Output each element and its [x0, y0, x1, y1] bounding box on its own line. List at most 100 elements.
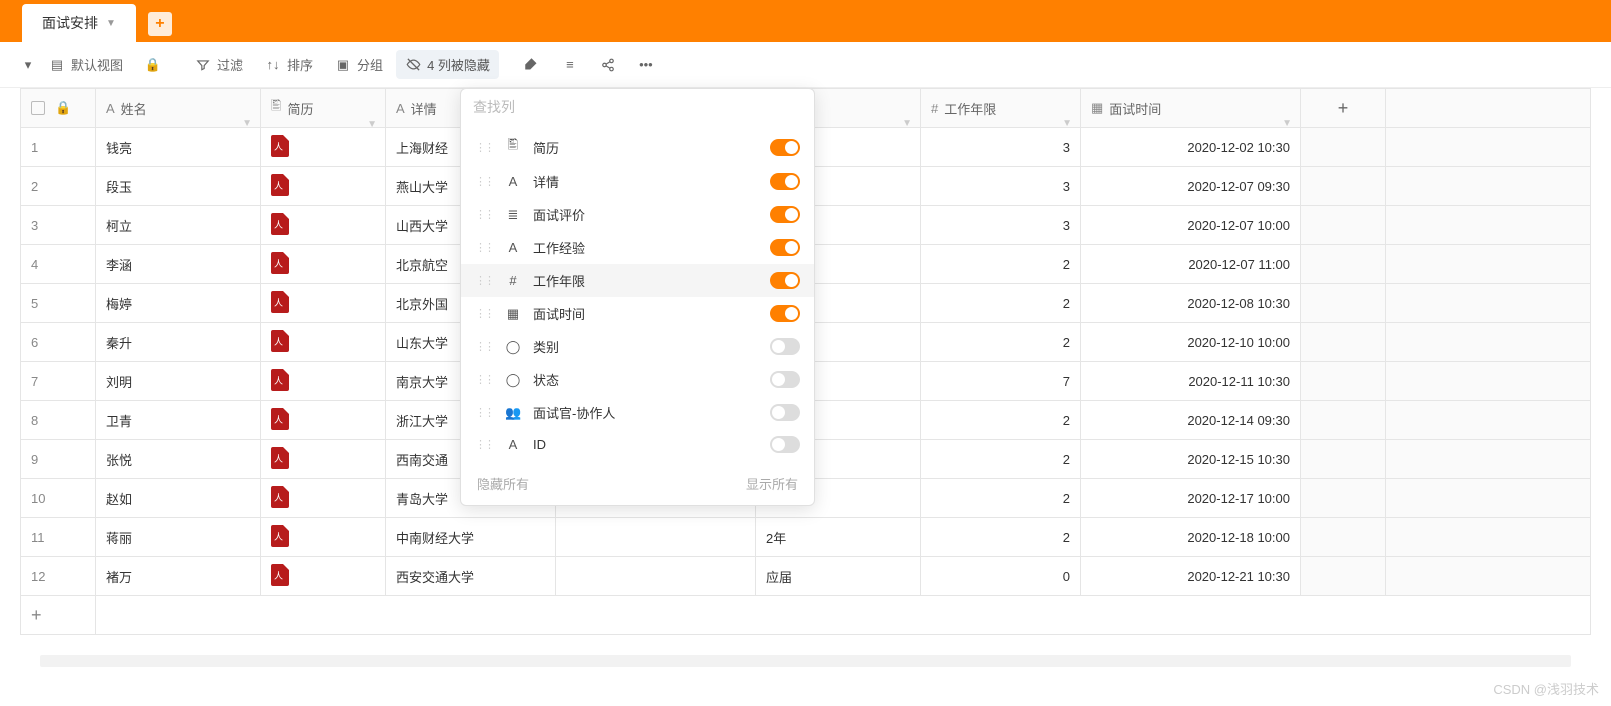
cell-years[interactable]: 2: [921, 401, 1081, 440]
cell-time[interactable]: 2020-12-10 10:00: [1081, 323, 1301, 362]
row-height-button[interactable]: ≡: [553, 52, 587, 78]
cell-years[interactable]: 0: [921, 557, 1081, 596]
cell-name[interactable]: 卫青: [96, 401, 261, 440]
cell-years[interactable]: 2: [921, 479, 1081, 518]
visibility-toggle[interactable]: [770, 338, 800, 355]
cell-name[interactable]: 钱亮: [96, 128, 261, 167]
show-all-button[interactable]: 显示所有: [746, 474, 798, 493]
cell-time[interactable]: 2020-12-07 09:30: [1081, 167, 1301, 206]
cell-resume[interactable]: [261, 362, 386, 401]
cell-time[interactable]: 2020-12-07 11:00: [1081, 245, 1301, 284]
column-toggle-item[interactable]: ⋮⋮👥面试官-协作人: [461, 396, 814, 429]
cell-name[interactable]: 段玉: [96, 167, 261, 206]
cell-resume[interactable]: [261, 128, 386, 167]
hidden-columns-button[interactable]: 4 列被隐藏: [396, 50, 499, 79]
add-tab-button[interactable]: +: [148, 12, 172, 36]
cell-time[interactable]: 2020-12-15 10:30: [1081, 440, 1301, 479]
cell-resume[interactable]: [261, 245, 386, 284]
cell-years[interactable]: 2: [921, 323, 1081, 362]
tab-interview-schedule[interactable]: 面试安排 ▼: [22, 4, 136, 42]
cell-resume[interactable]: [261, 479, 386, 518]
cell-name[interactable]: 柯立: [96, 206, 261, 245]
header-name[interactable]: A姓名▼: [96, 89, 261, 128]
cell-years[interactable]: 2: [921, 440, 1081, 479]
hide-all-button[interactable]: 隐藏所有: [477, 474, 529, 493]
visibility-toggle[interactable]: [770, 173, 800, 190]
cell-time[interactable]: 2020-12-14 09:30: [1081, 401, 1301, 440]
filter-button[interactable]: 过滤: [186, 50, 252, 79]
header-years[interactable]: #工作年限▼: [921, 89, 1081, 128]
cell-time[interactable]: 2020-12-11 10:30: [1081, 362, 1301, 401]
cell-name[interactable]: 秦升: [96, 323, 261, 362]
cell-resume[interactable]: [261, 557, 386, 596]
drag-handle-icon[interactable]: ⋮⋮: [475, 307, 493, 320]
cell-years[interactable]: 2: [921, 518, 1081, 557]
default-view-button[interactable]: ▤ 默认视图: [40, 50, 132, 79]
column-toggle-item[interactable]: ⋮⋮AID: [461, 429, 814, 460]
column-toggle-item[interactable]: ⋮⋮A详情: [461, 165, 814, 198]
cell-name[interactable]: 蒋丽: [96, 518, 261, 557]
column-toggle-item[interactable]: ⋮⋮🖺简历: [461, 129, 814, 165]
cell-time[interactable]: 2020-12-18 10:00: [1081, 518, 1301, 557]
visibility-toggle[interactable]: [770, 139, 800, 156]
table-row[interactable]: 11蒋丽中南财经大学2年22020-12-18 10:00: [21, 518, 1591, 557]
cell-years[interactable]: 2: [921, 245, 1081, 284]
cell-resume[interactable]: [261, 167, 386, 206]
header-resume[interactable]: 🖺简历▼: [261, 89, 386, 128]
drag-handle-icon[interactable]: ⋮⋮: [475, 438, 493, 451]
column-toggle-item[interactable]: ⋮⋮≣面试评价: [461, 198, 814, 231]
drag-handle-icon[interactable]: ⋮⋮: [475, 274, 493, 287]
drag-handle-icon[interactable]: ⋮⋮: [475, 208, 493, 221]
column-toggle-item[interactable]: ⋮⋮A工作经验: [461, 231, 814, 264]
lock-button[interactable]: 🔒: [136, 52, 170, 78]
cell-time[interactable]: 2020-12-02 10:30: [1081, 128, 1301, 167]
paint-button[interactable]: [515, 52, 549, 78]
cell-name[interactable]: 张悦: [96, 440, 261, 479]
select-all-checkbox[interactable]: [31, 101, 45, 115]
column-toggle-item[interactable]: ⋮⋮#工作年限: [461, 264, 814, 297]
cell-experience[interactable]: 2年: [756, 518, 921, 557]
cell-resume[interactable]: [261, 401, 386, 440]
drag-handle-icon[interactable]: ⋮⋮: [475, 175, 493, 188]
cell-years[interactable]: 3: [921, 128, 1081, 167]
share-button[interactable]: [591, 52, 625, 78]
column-toggle-item[interactable]: ⋮⋮◯状态: [461, 363, 814, 396]
cell-name[interactable]: 赵如: [96, 479, 261, 518]
cell-name[interactable]: 李涵: [96, 245, 261, 284]
header-time[interactable]: ▦面试时间▼: [1081, 89, 1301, 128]
cell-time[interactable]: 2020-12-08 10:30: [1081, 284, 1301, 323]
visibility-toggle[interactable]: [770, 272, 800, 289]
sort-button[interactable]: ↑↓ 排序: [256, 50, 322, 79]
search-column-input[interactable]: [473, 99, 802, 115]
cell-detail[interactable]: 中南财经大学: [386, 518, 556, 557]
drag-handle-icon[interactable]: ⋮⋮: [475, 141, 493, 154]
cell-detail[interactable]: 西安交通大学: [386, 557, 556, 596]
chevron-down-icon[interactable]: ▾: [20, 57, 36, 73]
cell-resume[interactable]: [261, 323, 386, 362]
visibility-toggle[interactable]: [770, 371, 800, 388]
drag-handle-icon[interactable]: ⋮⋮: [475, 373, 493, 386]
visibility-toggle[interactable]: [770, 436, 800, 453]
cell-name[interactable]: 褚万: [96, 557, 261, 596]
drag-handle-icon[interactable]: ⋮⋮: [475, 406, 493, 419]
cell-years[interactable]: 2: [921, 284, 1081, 323]
column-toggle-item[interactable]: ⋮⋮▦面试时间: [461, 297, 814, 330]
cell-time[interactable]: 2020-12-07 10:00: [1081, 206, 1301, 245]
visibility-toggle[interactable]: [770, 206, 800, 223]
drag-handle-icon[interactable]: ⋮⋮: [475, 241, 493, 254]
cell-time[interactable]: 2020-12-17 10:00: [1081, 479, 1301, 518]
more-button[interactable]: •••: [629, 52, 663, 78]
cell-resume[interactable]: [261, 518, 386, 557]
cell-resume[interactable]: [261, 284, 386, 323]
visibility-toggle[interactable]: [770, 239, 800, 256]
group-button[interactable]: ▣ 分组: [326, 50, 392, 79]
horizontal-scrollbar[interactable]: [40, 655, 1571, 667]
cell-resume[interactable]: [261, 206, 386, 245]
cell-years[interactable]: 7: [921, 362, 1081, 401]
add-column-button[interactable]: +: [1301, 89, 1386, 128]
cell-name[interactable]: 刘明: [96, 362, 261, 401]
visibility-toggle[interactable]: [770, 404, 800, 421]
cell-experience[interactable]: 应届: [756, 557, 921, 596]
drag-handle-icon[interactable]: ⋮⋮: [475, 340, 493, 353]
cell-time[interactable]: 2020-12-21 10:30: [1081, 557, 1301, 596]
